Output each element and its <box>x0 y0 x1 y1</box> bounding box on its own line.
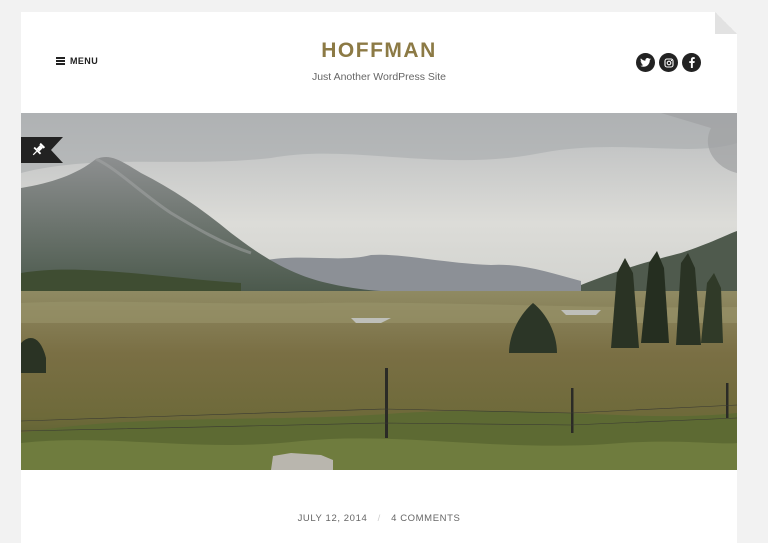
facebook-icon[interactable] <box>682 53 701 72</box>
twitter-icon[interactable] <box>636 53 655 72</box>
site-tagline: Just Another WordPress Site <box>311 71 447 83</box>
landscape-photo <box>21 113 737 470</box>
site-header: MENU HOFFMAN Just Another WordPress Site <box>21 12 737 113</box>
instagram-icon[interactable] <box>659 53 678 72</box>
featured-image[interactable] <box>21 113 737 470</box>
social-links <box>636 53 701 72</box>
post-date-link[interactable]: JULY 12, 2014 <box>298 513 368 524</box>
page-container: MENU HOFFMAN Just Another WordPress Site <box>21 12 737 543</box>
post-meta: JULY 12, 2014 / 4 COMMENTS <box>21 513 737 524</box>
sticky-post-flag <box>21 137 63 163</box>
meta-separator: / <box>377 513 381 524</box>
post-comments-link[interactable]: 4 COMMENTS <box>391 513 460 524</box>
site-title[interactable]: HOFFMAN <box>21 39 737 63</box>
